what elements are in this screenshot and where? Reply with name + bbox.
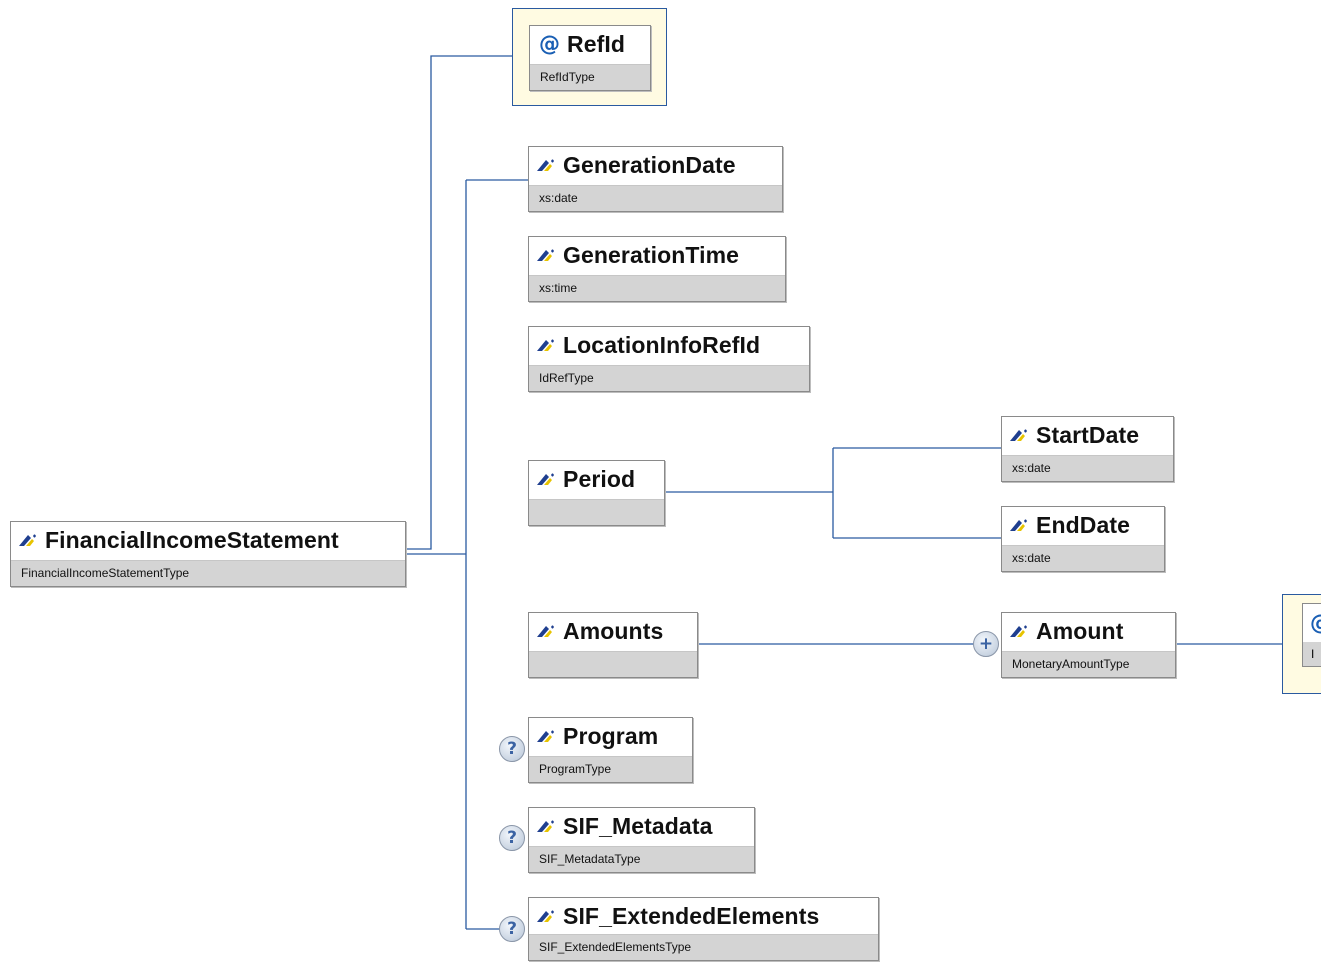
at-sign-icon: @ <box>1310 613 1321 634</box>
optional-question-icon[interactable]: ? <box>499 916 525 942</box>
element-program[interactable]: Program ProgramType <box>528 717 693 783</box>
element-name: GenerationTime <box>563 241 740 268</box>
element-type: ProgramType <box>529 756 692 782</box>
element-generation-time[interactable]: GenerationTime xs:time <box>528 236 786 302</box>
element-type: SIF_MetadataType <box>529 846 754 872</box>
element-type: xs:date <box>1002 545 1164 571</box>
element-end-date[interactable]: EndDate xs:date <box>1001 506 1165 572</box>
element-type: IdRefType <box>529 365 809 391</box>
attribute-type: RefIdType <box>530 64 650 90</box>
root-element-name: FinancialIncomeStatement <box>45 526 339 553</box>
element-icon <box>537 910 554 922</box>
root-element-financial-income-statement[interactable]: FinancialIncomeStatement FinancialIncome… <box>10 521 406 587</box>
element-type: xs:time <box>529 275 785 301</box>
element-icon <box>537 339 554 351</box>
element-icon <box>1010 429 1027 441</box>
element-icon <box>1010 519 1027 531</box>
element-icon <box>1010 625 1027 637</box>
clipped-attribute-type: I <box>1303 642 1321 666</box>
element-type: SIF_ExtendedElementsType <box>529 934 878 960</box>
attribute-name: RefId <box>567 30 625 57</box>
element-icon <box>537 159 554 171</box>
root-element-type: FinancialIncomeStatementType <box>11 560 405 586</box>
element-name: Amount <box>1036 617 1124 644</box>
element-icon <box>537 625 554 637</box>
element-name: Program <box>563 722 659 749</box>
attribute-refid[interactable]: @ RefId RefIdType <box>529 25 651 91</box>
element-name: SIF_Metadata <box>563 812 713 839</box>
element-type <box>529 651 697 677</box>
attributes-group: @ RefId RefIdType <box>512 8 667 106</box>
element-start-date[interactable]: StartDate xs:date <box>1001 416 1174 482</box>
element-type <box>529 499 664 525</box>
optional-question-icon[interactable]: ? <box>499 736 525 762</box>
element-name: StartDate <box>1036 421 1140 448</box>
element-period[interactable]: Period <box>528 460 665 526</box>
element-icon <box>537 820 554 832</box>
optional-question-icon[interactable]: ? <box>499 825 525 851</box>
element-name: LocationInfoRefId <box>563 331 761 358</box>
element-amount[interactable]: Amount MonetaryAmountType <box>1001 612 1176 678</box>
clipped-attributes-group: @ I <box>1282 594 1321 694</box>
element-name: GenerationDate <box>563 151 736 178</box>
element-name: Amounts <box>563 617 664 644</box>
element-name: SIF_ExtendedElements <box>563 902 820 929</box>
element-name: Period <box>563 465 636 492</box>
element-name: EndDate <box>1036 511 1130 538</box>
element-amounts[interactable]: Amounts <box>528 612 698 678</box>
element-sif-extended-elements[interactable]: SIF_ExtendedElements SIF_ExtendedElement… <box>528 897 879 961</box>
element-icon <box>537 473 554 485</box>
element-location-info-refid[interactable]: LocationInfoRefId IdRefType <box>528 326 810 392</box>
element-type: xs:date <box>529 185 782 211</box>
element-type: xs:date <box>1002 455 1173 481</box>
at-sign-icon: @ <box>539 32 560 56</box>
clipped-attribute[interactable]: @ I <box>1302 603 1321 667</box>
element-icon <box>537 730 554 742</box>
element-sif-metadata[interactable]: SIF_Metadata SIF_MetadataType <box>528 807 755 873</box>
element-type: MonetaryAmountType <box>1002 651 1175 677</box>
element-icon <box>537 249 554 261</box>
repeat-plus-icon[interactable]: + <box>973 631 999 657</box>
element-icon <box>19 534 36 546</box>
element-generation-date[interactable]: GenerationDate xs:date <box>528 146 783 212</box>
